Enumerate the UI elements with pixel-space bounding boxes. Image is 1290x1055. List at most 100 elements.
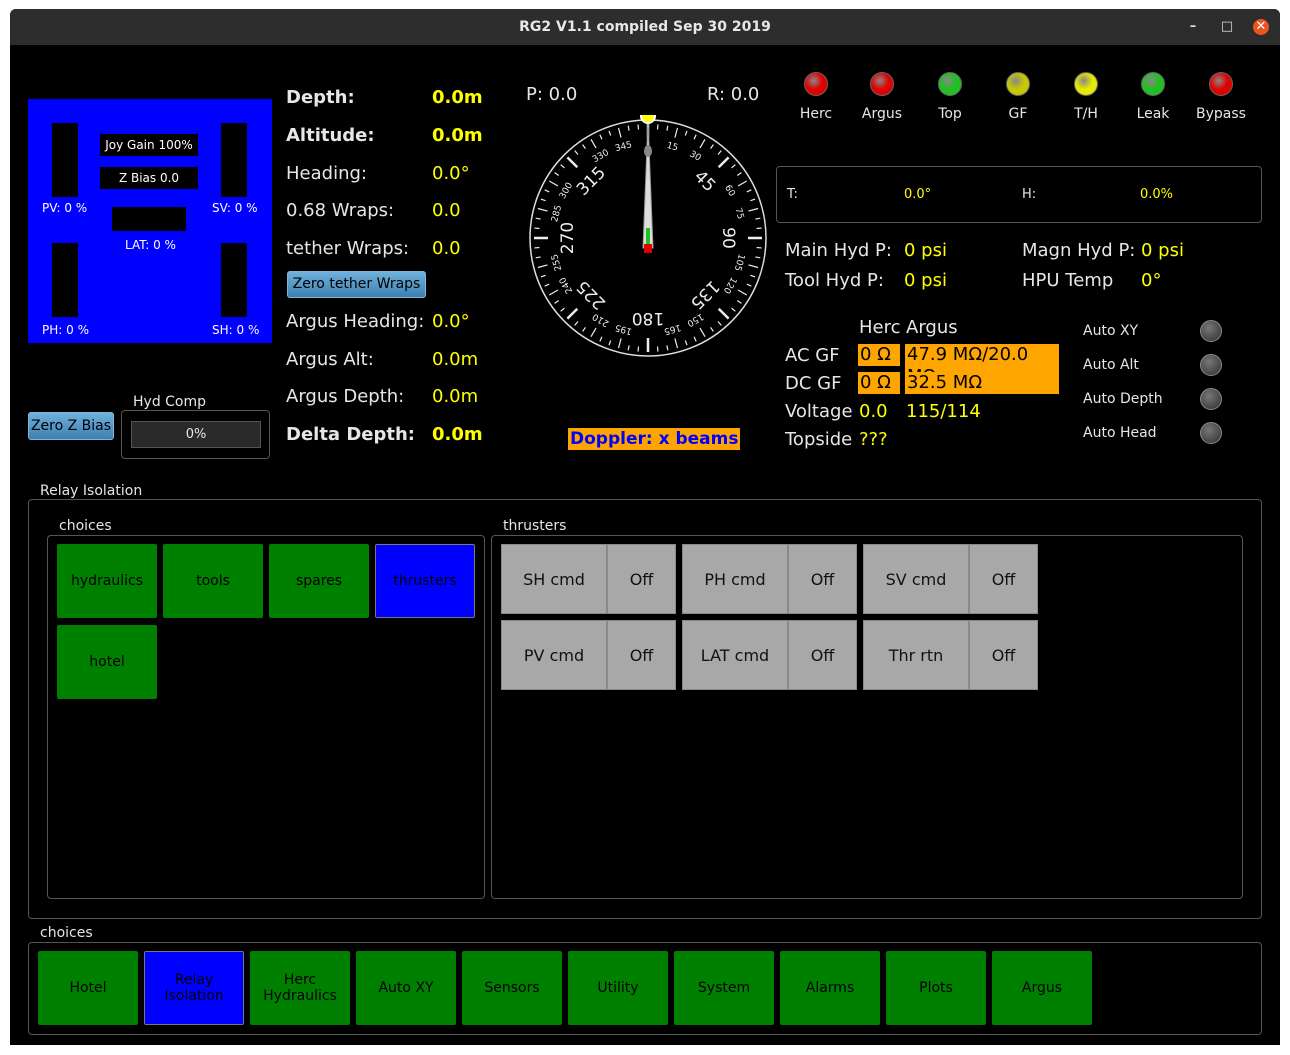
- status-lamp-bypass: [1209, 72, 1233, 96]
- relay-choice-spares-button[interactable]: spares: [269, 544, 369, 618]
- auto-mode-label: Auto Depth: [1083, 391, 1163, 407]
- tab-system[interactable]: System: [674, 951, 774, 1025]
- thruster-state-button[interactable]: Off: [788, 620, 857, 690]
- status-lamp-leak: [1141, 72, 1165, 96]
- compass-gauge: 4590135180225270315153060751051201501651…: [529, 115, 767, 357]
- relay-choice-thrusters-button[interactable]: thrusters: [375, 544, 475, 618]
- ph-label: PH: 0 %: [42, 323, 89, 337]
- status-lamp-label: Leak: [1136, 106, 1170, 122]
- bottom-choices-title: choices: [36, 925, 97, 941]
- dc-gf-argus: 32.5 MΩ: [905, 372, 1059, 394]
- pv-bar: [52, 123, 78, 197]
- main-content: Joy Gain 100% Z Bias 0.0 PV: 0 % SV: 0 %…: [10, 45, 1280, 1045]
- tether-wraps-value: 0.0: [432, 238, 461, 259]
- heading-label: Heading:: [286, 163, 367, 184]
- tab-auto-xy[interactable]: Auto XY: [356, 951, 456, 1025]
- wraps-label: 0.68 Wraps:: [286, 200, 395, 221]
- app-window: RG2 V1.1 compiled Sep 30 2019 – □ ✕ Joy …: [10, 9, 1280, 1045]
- hpu-temp-value: 0°: [1141, 270, 1162, 291]
- delta-depth-label: Delta Depth:: [286, 424, 415, 445]
- magn-hyd-value: 0 psi: [1141, 240, 1184, 261]
- depth-value: 0.0m: [432, 87, 483, 108]
- argus-heading-label: Argus Heading:: [286, 311, 425, 332]
- dc-gf-herc: 0 Ω: [858, 372, 900, 394]
- tab-relay-isolation[interactable]: Relay Isolation: [144, 951, 244, 1025]
- thruster-cmd-label: PV cmd: [501, 620, 607, 690]
- needle-red-mark: [644, 244, 652, 253]
- sv-label: SV: 0 %: [212, 201, 258, 215]
- zero-tether-wraps-button[interactable]: Zero tether Wraps: [287, 271, 426, 298]
- auto-mode-indicator[interactable]: [1200, 388, 1222, 410]
- lat-label: LAT: 0 %: [125, 238, 176, 252]
- window-title: RG2 V1.1 compiled Sep 30 2019: [519, 19, 771, 35]
- tab-herc-hydraulics[interactable]: Herc Hydraulics: [250, 951, 350, 1025]
- thruster-cmd-label: PH cmd: [682, 544, 788, 614]
- hyd-comp-value[interactable]: 0%: [131, 421, 261, 448]
- tab-alarms[interactable]: Alarms: [780, 951, 880, 1025]
- maximize-icon[interactable]: □: [1219, 19, 1235, 35]
- thruster-state-button[interactable]: Off: [788, 544, 857, 614]
- thruster-cmd-label: Thr rtn: [863, 620, 969, 690]
- close-icon[interactable]: ✕: [1253, 19, 1269, 35]
- depth-label: Depth:: [286, 87, 355, 108]
- lat-bar: [112, 207, 186, 231]
- dc-gf-label: DC GF: [785, 373, 842, 394]
- thruster-cmd-label: SV cmd: [863, 544, 969, 614]
- h-value: 0.0%: [1140, 187, 1174, 202]
- argus-header: Argus: [906, 317, 958, 338]
- compass-tick: [627, 125, 630, 131]
- tether-wraps-label: tether Wraps:: [286, 238, 410, 259]
- hpu-temp-label: HPU Temp: [1022, 270, 1114, 291]
- compass-label: 90: [718, 227, 738, 249]
- heading-value: 0.0°: [432, 163, 470, 184]
- auto-mode-indicator[interactable]: [1200, 320, 1222, 342]
- relay-isolation-title: Relay Isolation: [36, 483, 147, 499]
- thruster-state-button[interactable]: Off: [969, 620, 1038, 690]
- ac-gf-herc: 0 Ω: [858, 344, 900, 366]
- thruster-cmd-label: SH cmd: [501, 544, 607, 614]
- hyd-comp-title: Hyd Comp: [129, 394, 211, 410]
- joy-gain-readout: Joy Gain 100%: [100, 134, 198, 156]
- z-bias-readout: Z Bias 0.0: [100, 167, 198, 189]
- magn-hyd-label: Magn Hyd P:: [1022, 240, 1136, 261]
- auto-mode-indicator[interactable]: [1200, 422, 1222, 444]
- thruster-state-button[interactable]: Off: [607, 620, 676, 690]
- compass-tick: [666, 125, 669, 131]
- altitude-value: 0.0m: [432, 125, 483, 146]
- tab-hotel[interactable]: Hotel: [38, 951, 138, 1025]
- status-lamp-label: Bypass: [1196, 106, 1246, 122]
- sh-label: SH: 0 %: [212, 323, 260, 337]
- compass-label: 180: [632, 308, 664, 328]
- relay-choice-hotel-button[interactable]: hotel: [57, 625, 157, 699]
- status-lamp-label: T/H: [1074, 106, 1098, 122]
- tab-argus[interactable]: Argus: [992, 951, 1092, 1025]
- relay-choice-tools-button[interactable]: tools: [163, 544, 263, 618]
- title-bar: RG2 V1.1 compiled Sep 30 2019 – □ ✕: [10, 9, 1280, 45]
- auto-mode-label: Auto Alt: [1083, 357, 1139, 373]
- h-label: H:: [1022, 187, 1037, 202]
- roll-readout: R: 0.0: [707, 84, 760, 105]
- tab-sensors[interactable]: Sensors: [462, 951, 562, 1025]
- auto-mode-indicator[interactable]: [1200, 354, 1222, 376]
- minimize-icon[interactable]: –: [1185, 19, 1201, 35]
- zero-z-bias-button[interactable]: Zero Z Bias: [28, 412, 114, 440]
- thruster-state-button[interactable]: Off: [969, 544, 1038, 614]
- thruster-state-button[interactable]: Off: [607, 544, 676, 614]
- auto-mode-label: Auto XY: [1083, 323, 1139, 339]
- compass-label: 270: [558, 222, 578, 254]
- tab-utility[interactable]: Utility: [568, 951, 668, 1025]
- relay-choices-title: choices: [55, 518, 116, 534]
- voltage-herc: 0.0: [859, 401, 888, 422]
- status-lamp-label: GF: [1008, 106, 1028, 122]
- sh-bar: [221, 243, 247, 317]
- ph-bar: [52, 243, 78, 317]
- tab-plots[interactable]: Plots: [886, 951, 986, 1025]
- relay-choice-hydraulics-button[interactable]: hydraulics: [57, 544, 157, 618]
- delta-depth-value: 0.0m: [432, 424, 483, 445]
- main-hyd-value: 0 psi: [904, 240, 947, 261]
- thrusters-title: thrusters: [499, 518, 571, 534]
- wraps-value: 0.0: [432, 200, 461, 221]
- doppler-status: Doppler: x beams: [568, 428, 741, 450]
- main-hyd-label: Main Hyd P:: [785, 240, 892, 261]
- compass-tick: [535, 217, 541, 220]
